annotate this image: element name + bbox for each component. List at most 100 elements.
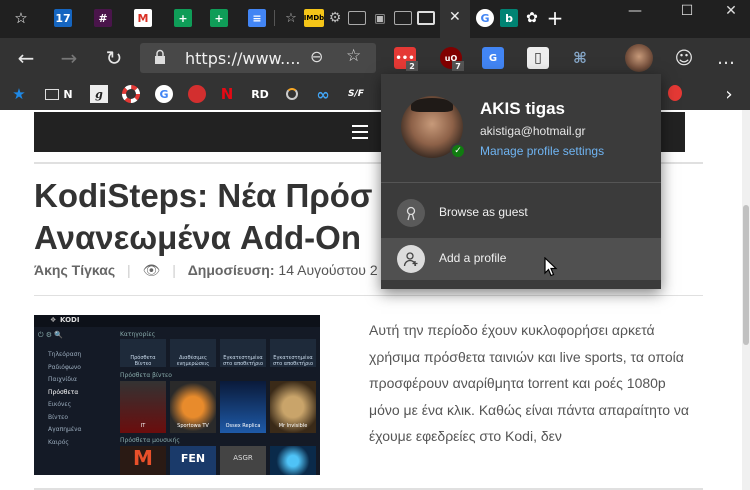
thumb-category: Πρόσθετα Βίντεο <box>120 339 166 367</box>
bookmark-circle-icon[interactable] <box>284 85 300 103</box>
thumb-title: KODI <box>60 316 80 324</box>
new-tab-button[interactable]: + <box>546 6 564 30</box>
translate-icon[interactable]: G <box>482 47 504 69</box>
thumb-addon-row: M FEN ASGR <box>120 446 316 475</box>
thumb-sidebar-item: Τηλεόραση <box>48 351 82 358</box>
guest-icon <box>397 199 425 227</box>
bookmark-lifebuoy-icon[interactable] <box>122 85 140 103</box>
sheets-icon[interactable]: + <box>174 9 192 27</box>
thumb-header: ❖ KODI <box>34 315 320 327</box>
url-text[interactable]: https://www.... <box>185 49 300 68</box>
folder-icon <box>45 88 60 100</box>
imdb-icon[interactable]: IMDb <box>304 9 324 27</box>
thumb-category-row: Πρόσθετα Βίντεο Διαθέσιμες ενημερώσεις Ε… <box>120 339 316 367</box>
bookmark-rd[interactable]: RD <box>250 85 270 103</box>
article-body: Αυτή την περίοδο έχουν κυκλοφορήσει αρκε… <box>369 322 690 444</box>
thumb-sidebar: Τηλεόραση Ραδιόφωνο Παιχνίδια Πρόσθετα Ε… <box>36 349 110 449</box>
zoom-icon[interactable]: ⊖ <box>310 47 323 66</box>
shopping-icon[interactable]: ▣ <box>371 9 389 27</box>
profile-email: akistiga@hotmail.gr <box>480 124 586 138</box>
maximize-button[interactable]: ☐ <box>664 0 710 22</box>
thumb-category: Διαθέσιμες ενημερώσεις <box>170 339 216 367</box>
refresh-button[interactable]: ↻ <box>100 46 128 70</box>
bookmark-star-icon[interactable]: ★ <box>10 85 28 103</box>
bookmark-google-icon[interactable]: G <box>155 85 173 103</box>
thumb-toolbar-icons: ⏻ ⚙ 🔍 <box>38 331 63 339</box>
gmail-icon[interactable]: M <box>134 9 152 27</box>
meta-separator: | <box>172 262 176 278</box>
author-link[interactable]: Άκης Τίγκας <box>34 262 115 278</box>
bookmark-balloon-icon[interactable] <box>668 85 682 101</box>
calendar-17-icon[interactable]: 17 <box>54 9 72 27</box>
extension-red-icon[interactable]: ••• 2 <box>394 47 418 71</box>
published-date: 14 Αυγούστου 2 <box>278 262 378 278</box>
active-tab[interactable]: ✕ <box>440 0 470 38</box>
close-window-button[interactable]: ✕ <box>708 0 750 22</box>
back-button[interactable]: ← <box>12 46 40 70</box>
forward-button[interactable]: → <box>55 46 83 70</box>
add-person-icon <box>397 245 425 273</box>
thumb-addon: FEN <box>170 446 216 475</box>
docs-icon[interactable]: ≡ <box>248 9 266 27</box>
bookmark-netflix-icon[interactable]: N <box>220 85 234 103</box>
notes-icon[interactable]: ▯ <box>527 47 549 69</box>
thumb-addon: ASGR <box>220 446 266 475</box>
thumb-row-label: Πρόσθετα βίντεο <box>120 372 172 379</box>
more-menu-button[interactable]: … <box>712 46 740 70</box>
share-icon[interactable]: ⌘ <box>569 47 591 69</box>
browse-as-guest-button[interactable]: Browse as guest <box>381 192 661 234</box>
thumb-addon: Sportowa TV <box>170 381 216 433</box>
settings-gear-icon[interactable]: ⚙ <box>326 9 344 27</box>
reader-icon[interactable] <box>394 11 412 25</box>
google-icon[interactable]: G <box>476 9 494 27</box>
hamburger-menu-icon[interactable] <box>352 125 368 139</box>
thumb-row-label: Πρόσθετα μουσικής <box>120 437 180 444</box>
emoji-icon[interactable]: ☺ <box>670 46 698 70</box>
scrollbar[interactable] <box>742 110 750 490</box>
profile-avatar-button[interactable] <box>625 44 653 72</box>
bookmark-g-script[interactable]: g <box>90 85 108 103</box>
tab-bar: ☆ 17 # M + + ≡ ☆ IMDb ⚙ ▣ ✕ G b ✿ + — ☐ … <box>0 0 750 38</box>
scrollbar-thumb[interactable] <box>743 205 749 345</box>
tab-label: 17 <box>55 11 71 25</box>
add-profile-label: Add a profile <box>439 251 507 265</box>
bookmark-folder[interactable]: N <box>43 85 75 103</box>
bookmark-sf[interactable]: S/F <box>346 85 366 103</box>
tab-label: IMDb <box>303 14 325 22</box>
kodi-logo-icon: ❖ <box>50 316 57 324</box>
active-tab-close-icon[interactable]: ✕ <box>449 9 461 25</box>
bookmark-redbull-icon[interactable] <box>188 85 206 103</box>
add-profile-button[interactable]: Add a profile <box>381 238 661 280</box>
address-bar[interactable]: https://www.... ⊖ ☆ <box>140 43 376 73</box>
favorites-star-icon[interactable]: ☆ <box>12 9 30 27</box>
bookmark-label: N <box>63 87 73 101</box>
favorite-star-icon[interactable]: ☆ <box>346 46 361 66</box>
lock-icon[interactable] <box>154 49 166 65</box>
reader-icon[interactable] <box>348 11 366 25</box>
thumb-addon: Ossex Replica <box>220 381 266 433</box>
slack-icon[interactable]: # <box>94 9 112 27</box>
address-toolbar: ← → ↻ https://www.... ⊖ ☆ ••• 2 uO 7 G ▯… <box>0 38 750 78</box>
thumb-sidebar-item: Καιρός <box>48 438 69 446</box>
thumb-addon: M <box>120 446 166 475</box>
tab-separator <box>274 10 275 26</box>
sheets-icon[interactable]: + <box>210 9 228 27</box>
published-label: Δημοσίευση: <box>187 262 275 278</box>
thumb-sidebar-item: Πρόσθετα <box>48 388 79 396</box>
minimize-button[interactable]: — <box>612 0 658 22</box>
meta-separator: | <box>127 262 131 278</box>
bookmark-infinity-icon[interactable]: ∞ <box>314 85 332 104</box>
puzzle-icon[interactable]: ✿ <box>523 9 541 27</box>
article-thumbnail[interactable]: ❖ KODI ⏻ ⚙ 🔍 Τηλεόραση Ραδιόφωνο Παιχνίδ… <box>34 315 320 475</box>
manage-profile-link[interactable]: Manage profile settings <box>480 144 604 158</box>
ublock-icon[interactable]: uO 7 <box>440 47 464 71</box>
thumb-addon: Mr Invisible <box>270 381 316 433</box>
star-page-icon[interactable]: ☆ <box>282 9 300 27</box>
reader-icon[interactable] <box>417 11 435 25</box>
thumb-addon: IT <box>120 381 166 433</box>
extension-label: G <box>488 52 498 64</box>
bookmarks-overflow-button[interactable]: › <box>722 84 736 105</box>
tab-label: G <box>480 11 490 25</box>
article-meta: Άκης Τίγκας | 👁 | Δημοσίευση: 14 Αυγούστ… <box>34 262 378 279</box>
bing-icon[interactable]: b <box>500 9 518 27</box>
